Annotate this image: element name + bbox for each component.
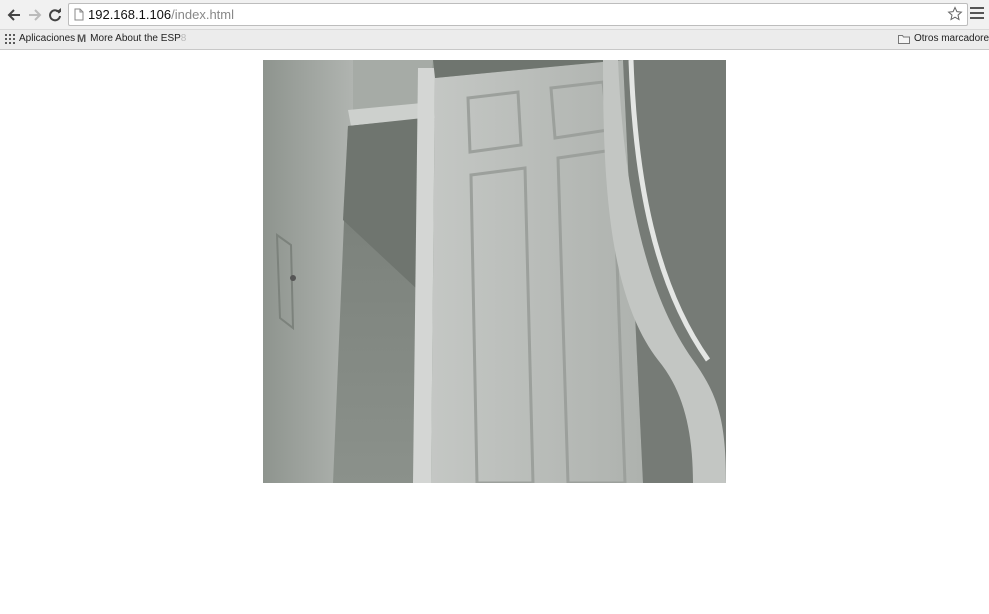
apps-grid-icon bbox=[5, 34, 15, 44]
reload-icon bbox=[49, 8, 61, 22]
star-icon[interactable] bbox=[947, 6, 963, 22]
forward-button[interactable] bbox=[25, 5, 45, 25]
bookmark-item[interactable]: M More About the ESP8 bbox=[77, 33, 186, 45]
url-host: 192.168.1.106 bbox=[88, 7, 172, 22]
other-bookmarks[interactable]: Otros marcadores bbox=[898, 33, 989, 45]
bookmarks-bar: Aplicaciones M More About the ESP8 Otros… bbox=[0, 30, 989, 50]
bookmark-label: More About the ESP8 bbox=[90, 33, 187, 44]
url-path: /index.html bbox=[171, 7, 235, 22]
back-arrow-icon bbox=[7, 9, 20, 21]
camera-frame-graphic bbox=[263, 60, 726, 483]
apps-bookmark[interactable]: Aplicaciones bbox=[5, 33, 75, 45]
forward-arrow-icon bbox=[29, 9, 42, 21]
apps-label: Aplicaciones bbox=[19, 33, 76, 44]
camera-stream-image bbox=[263, 60, 726, 483]
browser-toolbar: 192.168.1.106/index.html bbox=[0, 0, 989, 30]
gmail-icon: M bbox=[77, 33, 87, 45]
menu-icon[interactable] bbox=[970, 7, 984, 21]
folder-icon bbox=[898, 35, 910, 44]
back-button[interactable] bbox=[4, 5, 24, 25]
reload-button[interactable] bbox=[45, 5, 65, 25]
address-bar[interactable]: 192.168.1.106/index.html bbox=[68, 3, 968, 26]
other-bookmarks-label: Otros marcadores bbox=[914, 33, 989, 44]
url-text[interactable]: 192.168.1.106/index.html bbox=[88, 7, 234, 23]
page-icon bbox=[74, 8, 84, 21]
